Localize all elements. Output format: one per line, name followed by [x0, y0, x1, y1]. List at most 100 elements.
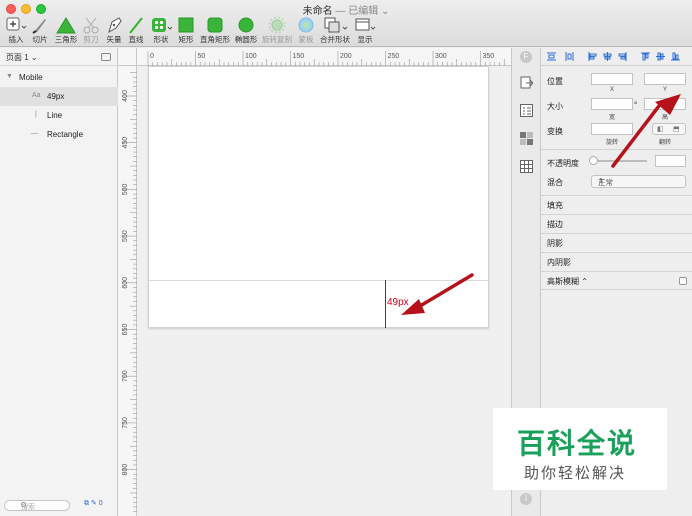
pages-dropdown[interactable]: 页面 1 ⌄	[6, 52, 38, 63]
line-button[interactable]: 直线	[127, 16, 145, 46]
x-field[interactable]	[591, 73, 633, 85]
page-toggle-icon[interactable]	[101, 53, 111, 61]
layer-filter-icons[interactable]: ⧉ ✎ 0	[84, 499, 103, 508]
layer-row-rectangle[interactable]: — Rectangle	[0, 125, 118, 144]
blend-label: 混合	[547, 178, 563, 187]
disclosure-triangle-icon[interactable]: ▼	[6, 73, 13, 80]
artboard-label: Mobile	[19, 73, 43, 82]
slice-button[interactable]: 切片	[30, 16, 50, 46]
mask-icon	[295, 16, 317, 35]
inner-shadow-section[interactable]: 内阴影	[541, 252, 692, 271]
ruler-label: 150	[293, 53, 305, 60]
horizontal-ruler-scale: 0 50 100 150 200 250 300 350	[147, 51, 505, 66]
watermark-subtitle: 助你轻松解决	[524, 465, 627, 482]
gear-icon	[261, 16, 293, 35]
opacity-label: 不透明度	[547, 159, 579, 168]
vector-button[interactable]: 矢量	[104, 16, 124, 46]
triangle-button[interactable]: 三角形	[54, 16, 78, 46]
align-right-icon[interactable]	[618, 52, 627, 61]
display-icon	[354, 16, 376, 35]
layer-row-text[interactable]: Aa 49px	[0, 87, 118, 106]
ruler-label: 350	[483, 53, 495, 60]
ruler-label: 650	[122, 324, 129, 336]
insert-label: 插入	[8, 35, 24, 44]
align-left-icon[interactable]	[588, 52, 597, 61]
border-section[interactable]: 描边	[541, 214, 692, 233]
display-button[interactable]: 显示	[354, 16, 376, 46]
ruler-label: 500	[122, 183, 129, 195]
watermark-title: 百科全说	[517, 428, 638, 459]
knife-icon	[30, 16, 50, 35]
copy-icon[interactable]: ⧉	[84, 500, 89, 507]
shadow-label: 阴影	[547, 239, 563, 248]
ruler-label: 400	[122, 90, 129, 102]
align-bottom-icon[interactable]	[671, 52, 680, 61]
line-shape[interactable]	[385, 280, 386, 328]
table-icon[interactable]	[520, 160, 533, 173]
ruler-label: 100	[245, 53, 257, 60]
pages-header[interactable]: 页面 1 ⌄	[0, 48, 117, 66]
layer-row-line[interactable]: | Line	[0, 106, 118, 125]
blur-checkbox[interactable]	[679, 277, 687, 285]
canvas[interactable]: 49px	[137, 66, 511, 516]
artboard-row[interactable]: ▼ Mobile	[0, 68, 118, 87]
oval-button[interactable]: 椭圆形	[233, 16, 259, 46]
gaussian-blur-section[interactable]: 高斯模糊 ⌃	[541, 271, 692, 290]
layer-count: 0	[98, 500, 103, 507]
combine-icon	[319, 16, 351, 35]
scissors-button[interactable]: 剪刀	[81, 16, 101, 46]
fill-section[interactable]: 填充	[541, 195, 692, 214]
insert-button[interactable]: 插入	[5, 16, 27, 46]
align-middle-icon[interactable]	[656, 52, 665, 61]
shadow-section[interactable]: 阴影	[541, 233, 692, 252]
scissors-icon	[81, 16, 101, 35]
annotation-arrow-icon	[611, 94, 681, 168]
ruler-label: 700	[122, 370, 129, 382]
ruler-label: 50	[198, 53, 206, 60]
ruler-label: 250	[388, 53, 400, 60]
size-label: 大小	[547, 102, 563, 111]
rectangle-button[interactable]: 矩形	[176, 16, 196, 46]
layer-search-input[interactable]: 搜索	[4, 500, 70, 511]
alignment-bar	[541, 48, 692, 66]
list-icon[interactable]	[520, 104, 533, 117]
rectangle-layer-icon: —	[31, 130, 38, 137]
rounded-rect-button[interactable]: 直角矩形	[199, 16, 231, 46]
layer-label: Line	[47, 111, 63, 120]
scissors-label: 剪刀	[83, 35, 99, 44]
distribute-v-icon[interactable]	[565, 52, 574, 61]
vertical-ruler-scale: 400 450 500 550 600 650 700 750 800	[122, 72, 137, 512]
rotate-copy-button[interactable]: 旋转复制	[261, 16, 293, 46]
mask-button[interactable]: 蒙板	[295, 16, 317, 46]
distribute-h-icon[interactable]	[547, 52, 556, 61]
rounded-rect-icon	[199, 16, 231, 35]
align-top-icon[interactable]	[641, 52, 650, 61]
ruler-label: 600	[122, 277, 129, 289]
layer-label: Rectangle	[47, 130, 84, 139]
watermark-logo: 百科全说 助你轻松解决	[493, 408, 667, 490]
ruler-label: 750	[122, 417, 129, 429]
ruler-corner	[118, 48, 137, 66]
shape-button[interactable]: 形状	[149, 16, 173, 46]
align-center-icon[interactable]	[603, 52, 612, 61]
plus-icon	[5, 16, 27, 35]
y-field[interactable]	[644, 73, 686, 85]
pen-small-icon[interactable]: ✎	[91, 500, 97, 507]
ruler-label: 200	[340, 53, 352, 60]
export-icon[interactable]	[520, 76, 533, 89]
line-layer-icon: |	[35, 111, 37, 118]
border-label: 描边	[547, 220, 563, 229]
transform-label: 变换	[547, 127, 563, 136]
combine-button[interactable]: 合并形状	[319, 16, 351, 46]
grid-icon[interactable]	[520, 132, 533, 145]
layers-panel: 页面 1 ⌄ ▼ Mobile Aa 49px | Line — Rectang…	[0, 48, 118, 516]
triangle-icon	[54, 16, 78, 35]
fill-label: 填充	[547, 201, 563, 210]
vertical-ruler: 400 450 500 550 600 650 700 750 800	[118, 48, 137, 516]
ruler-label: 550	[122, 230, 129, 242]
f-tab-icon[interactable]: F	[520, 51, 532, 63]
rectangle-label: 矩形	[178, 35, 194, 44]
info-icon[interactable]: i	[520, 493, 532, 505]
ruler-label: 450	[122, 137, 129, 149]
layer-label: 49px	[47, 92, 65, 101]
